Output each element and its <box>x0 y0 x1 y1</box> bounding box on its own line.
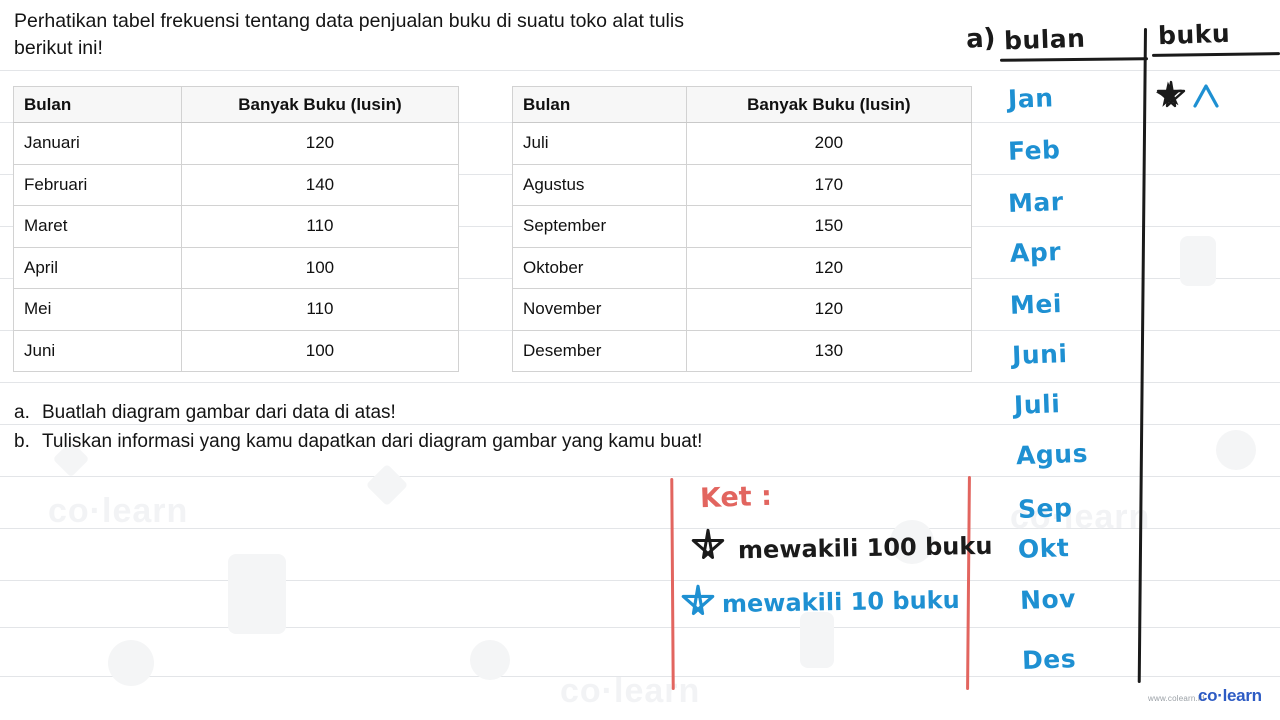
cell-month: Februari <box>13 163 182 206</box>
cell-month: Juni <box>13 329 182 372</box>
table-header-row: Bulan Banyak Buku (lusin) <box>512 86 973 123</box>
partial-star-blue-icon <box>1193 84 1219 108</box>
answer-column-header-month: bulan <box>1003 23 1086 56</box>
prompt-line-2: berikut ini! <box>14 37 103 59</box>
legend-title: Ket : <box>699 480 773 515</box>
cell-count: 110 <box>180 288 460 331</box>
table-header-row: Bulan Banyak Buku (lusin) <box>13 86 460 123</box>
brand-url: www.colearn.id <box>1148 694 1205 703</box>
table-row: Agustus 170 <box>512 163 973 206</box>
prompt-line-1: Perhatikan tabel frekuensi tentang data … <box>14 10 684 32</box>
legend-bracket-left <box>670 477 675 691</box>
table-row: Juli 200 <box>512 122 973 165</box>
question-text: Buatlah diagram gambar dari data di atas… <box>42 402 396 423</box>
cell-count: 200 <box>685 122 973 165</box>
question-list: a. Buatlah diagram gambar dari data di a… <box>14 398 964 456</box>
legend-star-black-icon <box>691 528 725 559</box>
answer-month-juni: Juni <box>1011 339 1068 370</box>
cell-month: Januari <box>13 122 182 165</box>
answer-month-okt: Okt <box>1017 533 1070 564</box>
brand-logo: co·learn <box>1198 686 1262 705</box>
table-row: Juni 100 <box>13 329 460 372</box>
table-row: April 100 <box>13 246 460 289</box>
answer-month-apr: Apr <box>1009 237 1062 268</box>
cell-count: 170 <box>685 163 973 206</box>
frequency-table-right: Bulan Banyak Buku (lusin) Juli 200 Agust… <box>512 86 973 372</box>
answer-column-divider <box>1137 27 1147 683</box>
legend-line-1-text: mewakili 100 buku <box>737 531 993 565</box>
answer-month-sep: Sep <box>1017 493 1073 524</box>
answer-column-header-books: buku <box>1157 18 1231 51</box>
answer-month-nov: Nov <box>1019 584 1077 615</box>
cell-month: Mei <box>13 288 182 331</box>
legend-star-blue-icon <box>681 584 715 616</box>
answer-month-feb: Feb <box>1007 135 1061 166</box>
legend-bracket-right <box>966 475 971 691</box>
table-row: Februari 140 <box>13 163 460 206</box>
legend-line-2-text: mewakili 10 buku <box>721 585 960 619</box>
answer-part-label: a) <box>965 23 997 55</box>
table-row: September 150 <box>512 205 973 248</box>
worksheet-page: co·learn co·learn co·learn co·learn Perh… <box>0 0 1280 720</box>
question-item-b: b. Tuliskan informasi yang kamu dapatkan… <box>14 427 964 456</box>
cell-month: November <box>512 288 687 331</box>
cell-count: 110 <box>180 205 460 248</box>
frequency-table-left: Bulan Banyak Buku (lusin) Januari 120 Fe… <box>13 86 460 372</box>
cell-month: Juli <box>512 122 687 165</box>
question-item-a: a. Buatlah diagram gambar dari data di a… <box>14 398 964 427</box>
prompt-text: Perhatikan tabel frekuensi tentang data … <box>14 8 966 62</box>
question-text: Tuliskan informasi yang kamu dapatkan da… <box>42 431 703 452</box>
table-row: Oktober 120 <box>512 246 973 289</box>
cell-count: 150 <box>685 205 973 248</box>
cell-count: 100 <box>180 329 460 372</box>
table-row: Desember 130 <box>512 329 973 372</box>
answer-month-jan: Jan <box>1007 83 1054 114</box>
cell-month: Oktober <box>512 246 687 289</box>
column-header-books: Banyak Buku (lusin) <box>685 86 973 123</box>
question-marker: a. <box>14 402 30 423</box>
cell-month: Maret <box>13 205 182 248</box>
cell-month: Desember <box>512 329 687 372</box>
cell-count: 100 <box>180 246 460 289</box>
column-header-month: Bulan <box>512 86 687 123</box>
question-marker: b. <box>14 431 30 452</box>
answer-header-underline-left <box>999 57 1149 62</box>
column-header-books: Banyak Buku (lusin) <box>180 86 460 123</box>
cell-count: 120 <box>180 122 460 165</box>
cell-month: September <box>512 205 687 248</box>
table-row: November 120 <box>512 288 973 331</box>
cell-count: 120 <box>685 288 973 331</box>
cell-month: April <box>13 246 182 289</box>
cell-month: Agustus <box>512 163 687 206</box>
table-row: Mei 110 <box>13 288 460 331</box>
cell-count: 140 <box>180 163 460 206</box>
table-row: Januari 120 <box>13 122 460 165</box>
answer-header-underline-right <box>1151 52 1280 57</box>
answer-month-mar: Mar <box>1007 187 1065 218</box>
answer-month-agus: Agus <box>1015 438 1089 471</box>
column-header-month: Bulan <box>13 86 182 123</box>
answer-month-juli: Juli <box>1013 389 1061 420</box>
answer-month-des: Des <box>1021 644 1077 675</box>
cell-count: 120 <box>685 246 973 289</box>
answer-month-mei: Mei <box>1009 289 1063 320</box>
star-outline-icon <box>1156 80 1186 108</box>
table-row: Maret 110 <box>13 205 460 248</box>
cell-count: 130 <box>685 329 973 372</box>
